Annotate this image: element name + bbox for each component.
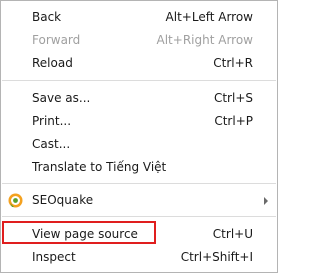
- menu-item-label: Back: [32, 10, 62, 24]
- menu-item-seoquake[interactable]: SEOquake: [1, 189, 277, 212]
- menu-separator: [2, 216, 276, 217]
- menu-item-shortcut: Alt+Right Arrow: [156, 33, 253, 47]
- menu-item-inspect[interactable]: Inspect Ctrl+Shift+I: [1, 246, 277, 269]
- seoquake-icon: [8, 193, 23, 208]
- menu-item-print[interactable]: Print... Ctrl+P: [1, 110, 277, 133]
- menu-item-back[interactable]: Back Alt+Left Arrow: [1, 6, 277, 29]
- menu-separator: [2, 80, 276, 81]
- menu-item-forward: Forward Alt+Right Arrow: [1, 29, 277, 52]
- menu-item-label: View page source: [32, 227, 138, 241]
- menu-item-label: Forward: [32, 33, 81, 47]
- menu-item-shortcut: Ctrl+P: [214, 114, 253, 128]
- menu-item-shortcut: Ctrl+R: [213, 56, 253, 70]
- context-menu: Back Alt+Left Arrow Forward Alt+Right Ar…: [0, 0, 278, 273]
- menu-item-label: Print...: [32, 114, 72, 128]
- menu-item-label: Translate to Tiếng Việt: [32, 160, 167, 174]
- menu-item-label: Reload: [32, 56, 73, 70]
- menu-item-translate[interactable]: Translate to Tiếng Việt: [1, 156, 277, 179]
- menu-item-shortcut: Ctrl+Shift+I: [180, 250, 253, 264]
- menu-item-view-page-source[interactable]: View page source Ctrl+U: [1, 223, 277, 246]
- submenu-arrow-icon: [264, 197, 268, 205]
- menu-item-cast[interactable]: Cast...: [1, 133, 277, 156]
- menu-item-shortcut: Alt+Left Arrow: [165, 10, 253, 24]
- menu-item-label: Save as...: [32, 91, 91, 105]
- menu-item-save-as[interactable]: Save as... Ctrl+S: [1, 87, 277, 110]
- menu-item-shortcut: Ctrl+S: [213, 91, 253, 105]
- menu-item-label: Inspect: [32, 250, 76, 264]
- menu-item-shortcut: Ctrl+U: [212, 227, 253, 241]
- menu-item-reload[interactable]: Reload Ctrl+R: [1, 52, 277, 75]
- menu-separator: [2, 183, 276, 184]
- menu-item-label: Cast...: [32, 137, 71, 151]
- menu-item-label: SEOquake: [32, 193, 94, 207]
